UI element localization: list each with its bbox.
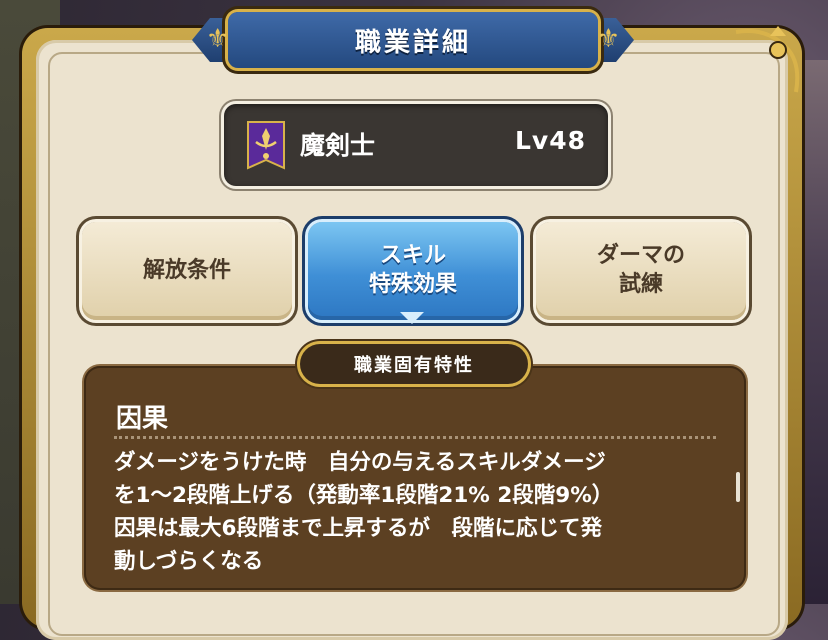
divider — [114, 436, 716, 439]
job-info-box: 魔剣士 Lv48 — [224, 104, 608, 186]
tab-label-line1: スキル — [379, 243, 446, 269]
tab-dharma-trial[interactable]: ダーマの 試練 — [536, 222, 746, 320]
tab-label: 解放条件 — [142, 257, 231, 283]
description-line: ダメージをうけた時 自分の与えるスキルダメージ — [114, 450, 606, 475]
tab-label-line2: 特殊効果 — [368, 272, 457, 297]
fleur-de-lis-icon: ⚜ — [206, 24, 230, 54]
page-title: 職業詳細 — [354, 27, 471, 58]
trait-name: 因果 — [116, 404, 169, 434]
tab-label-line1: ダーマの — [596, 243, 685, 269]
job-name: 魔剣士 — [300, 131, 376, 160]
tab-unlock-conditions[interactable]: 解放条件 — [82, 222, 292, 320]
fleur-de-lis-icon: ⚜ — [596, 24, 620, 54]
tab-skill-special-effects[interactable]: スキル 特殊効果 — [308, 222, 518, 320]
scrollbar[interactable] — [736, 472, 740, 502]
corner-ornament-icon — [735, 26, 800, 93]
tab-label-line2: 試練 — [618, 272, 663, 297]
section-label: 職業固有特性 — [300, 344, 528, 384]
trait-description-panel[interactable]: 因果 ダメージをうけた時 自分の与えるスキルダメージ を1～2段階上げる（発動率… — [84, 366, 746, 590]
title-banner: ⚜ ⚜ 職業詳細 — [188, 8, 638, 72]
description-line: を1～2段階上げる（発動率1段階21% 2段階9%） — [114, 483, 614, 508]
trait-description: ダメージをうけた時 自分の与えるスキルダメージ を1～2段階上げる（発動率1段階… — [114, 446, 724, 578]
job-level: Lv48 — [514, 126, 586, 155]
description-line: 動しづらくなる — [114, 549, 264, 574]
selected-tab-pointer — [400, 312, 424, 324]
magic-swordsman-emblem-icon — [247, 121, 285, 170]
description-line: 因果は最大6段階まで上昇するが 段階に応じて発 — [114, 516, 602, 541]
